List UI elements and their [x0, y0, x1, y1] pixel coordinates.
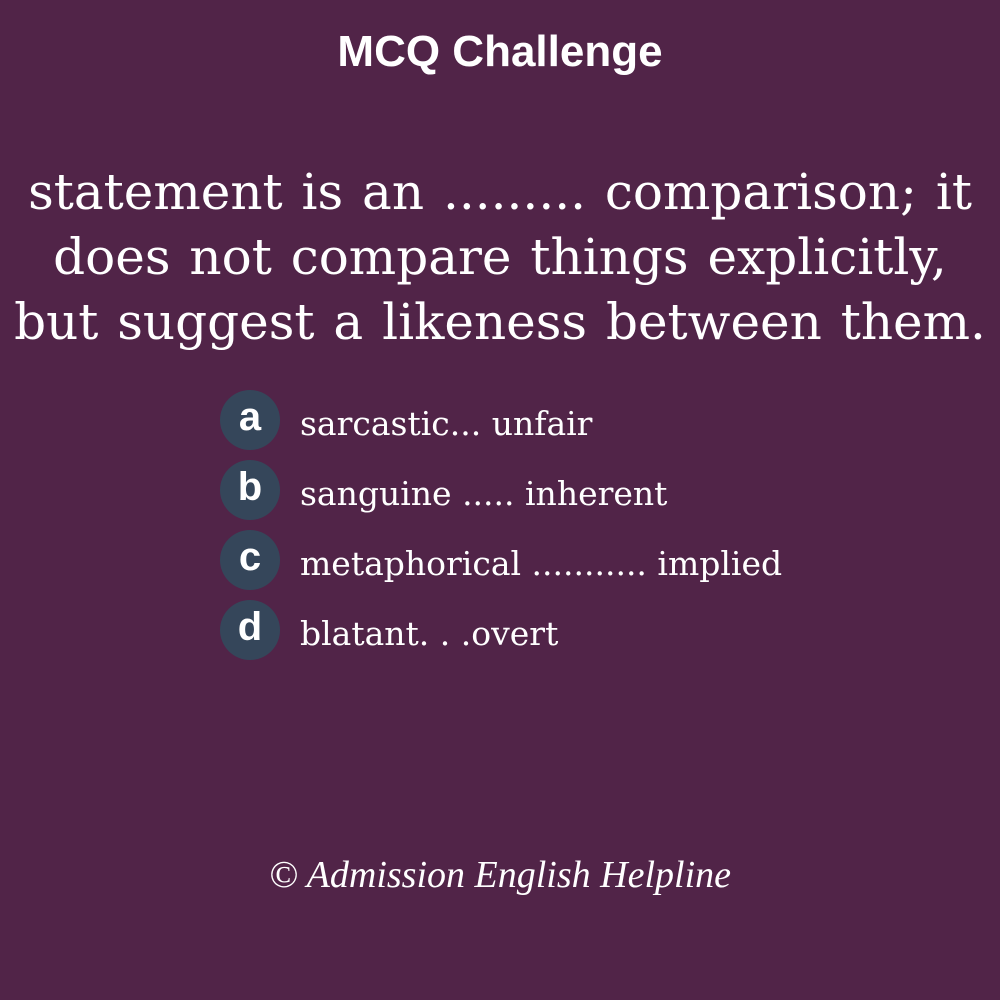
option-b-badge: b	[220, 460, 280, 520]
option-d[interactable]: d blatant. . .overt	[220, 600, 960, 670]
options-list: a sarcastic... unfair b sanguine ..... i…	[220, 390, 960, 670]
option-a[interactable]: a sarcastic... unfair	[220, 390, 960, 460]
option-a-badge: a	[220, 390, 280, 450]
option-c-badge: c	[220, 530, 280, 590]
question-text: statement is an ......... comparison; it…	[14, 163, 986, 351]
option-b[interactable]: b sanguine ..... inherent	[220, 460, 960, 530]
option-d-badge: d	[220, 600, 280, 660]
option-c[interactable]: c metaphorical ........... implied	[220, 530, 960, 600]
option-a-text: sarcastic... unfair	[300, 404, 593, 443]
page-title: MCQ Challenge	[337, 27, 663, 76]
option-c-text: metaphorical ........... implied	[300, 544, 783, 583]
copyright-footer: © Admission English Helpline	[269, 854, 731, 896]
option-d-text: blatant. . .overt	[300, 614, 559, 653]
option-b-text: sanguine ..... inherent	[300, 474, 668, 513]
